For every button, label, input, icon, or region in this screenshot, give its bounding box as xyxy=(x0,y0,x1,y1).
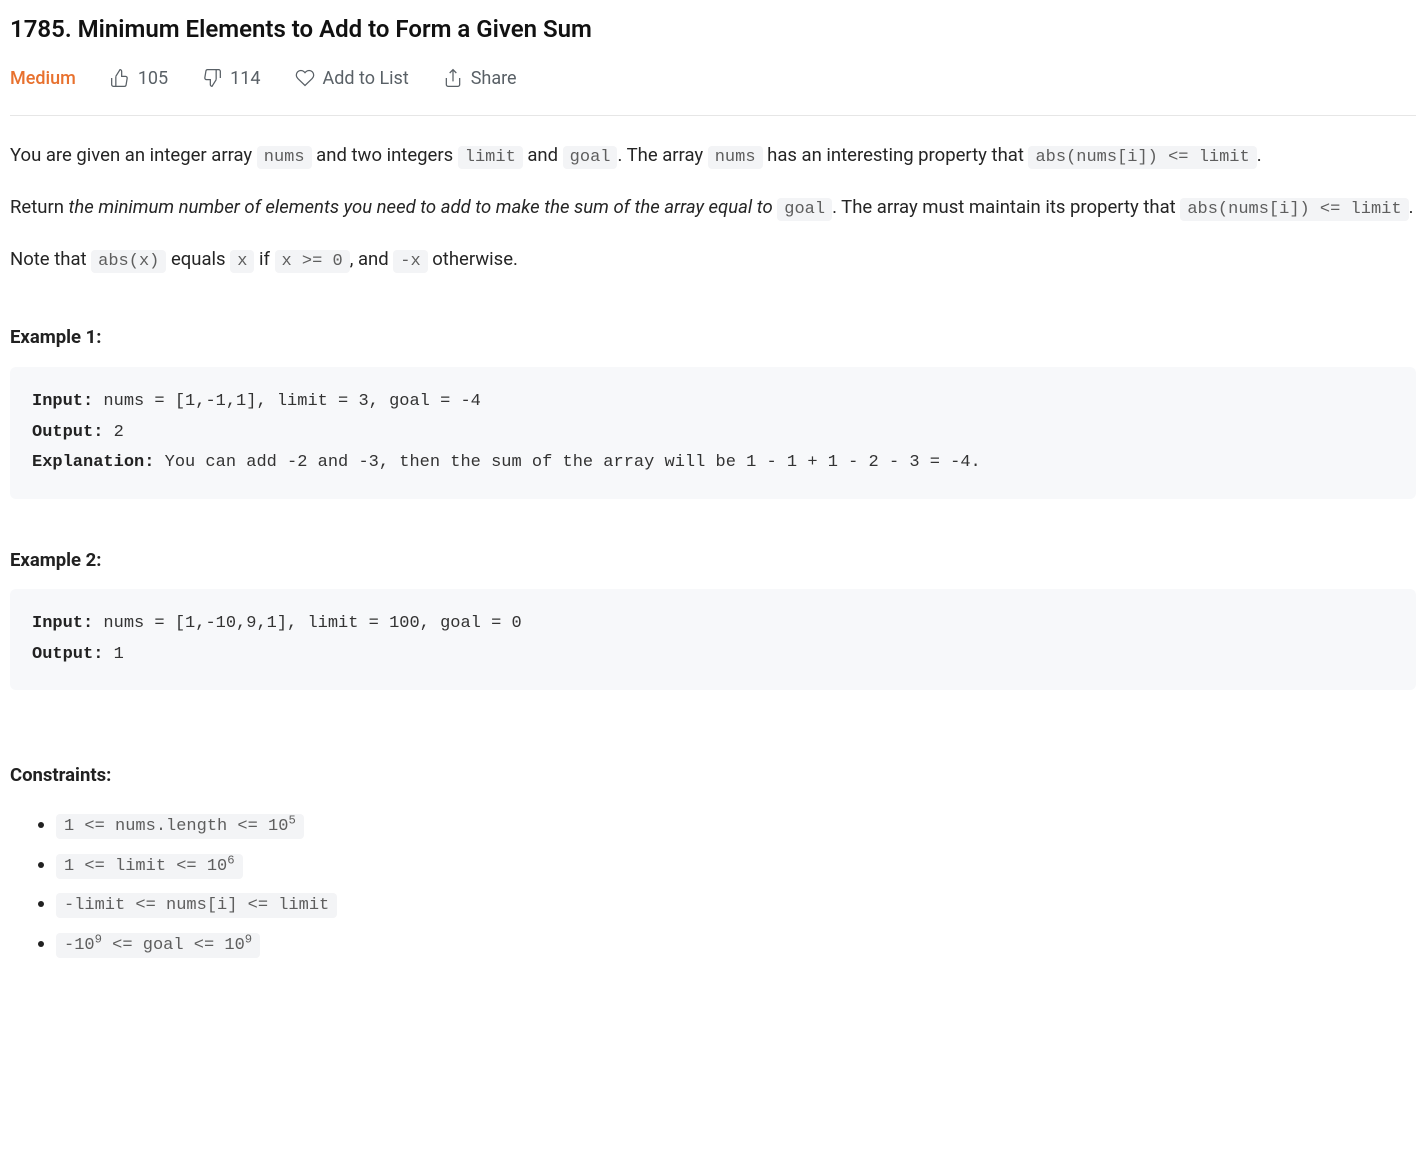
share-button[interactable]: Share xyxy=(443,64,517,94)
add-to-list-label: Add to List xyxy=(323,64,409,94)
problem-title: 1785. Minimum Elements to Add to Form a … xyxy=(10,10,1416,50)
constraints-list: 1 <= nums.length <= 105 1 <= limit <= 10… xyxy=(10,805,1416,964)
thumbs-up-icon xyxy=(110,68,130,88)
constraint-item: 1 <= limit <= 106 xyxy=(56,845,1416,885)
constraints-heading: Constraints: xyxy=(10,760,1416,791)
constraint-item: -109 <= goal <= 109 xyxy=(56,924,1416,964)
paragraph-3: Note that abs(x) equals x if x >= 0, and… xyxy=(10,244,1416,276)
add-to-list-button[interactable]: Add to List xyxy=(295,64,409,94)
heart-icon xyxy=(295,68,315,88)
code-goal: goal xyxy=(563,146,618,169)
code-abs: abs(x) xyxy=(91,250,166,273)
paragraph-2: Return the minimum number of elements yo… xyxy=(10,192,1416,224)
example-1-heading: Example 1: xyxy=(10,322,1416,353)
meta-row: Medium 105 114 Add to List Share xyxy=(10,64,1416,117)
example-2-heading: Example 2: xyxy=(10,545,1416,576)
thumbs-down-icon xyxy=(202,68,222,88)
code-nums: nums xyxy=(257,146,312,169)
code-goal: goal xyxy=(777,198,832,221)
code-nums: nums xyxy=(708,146,763,169)
code-x-ge-0: x >= 0 xyxy=(275,250,350,273)
paragraph-1: You are given an integer array nums and … xyxy=(10,140,1416,172)
constraint-item: 1 <= nums.length <= 105 xyxy=(56,805,1416,845)
dislike-button[interactable]: 114 xyxy=(202,64,260,94)
share-icon xyxy=(443,68,463,88)
example-2-block: Input: nums = [1,-10,9,1], limit = 100, … xyxy=(10,589,1416,690)
code-abs-limit: abs(nums[i]) <= limit xyxy=(1180,198,1408,221)
like-count: 105 xyxy=(138,64,168,94)
share-label: Share xyxy=(471,64,517,94)
dislike-count: 114 xyxy=(230,64,260,94)
difficulty-badge: Medium xyxy=(10,64,76,94)
example-1-block: Input: nums = [1,-1,1], limit = 3, goal … xyxy=(10,367,1416,499)
code-neg-x: -x xyxy=(393,250,427,273)
like-button[interactable]: 105 xyxy=(110,64,168,94)
constraint-item: -limit <= nums[i] <= limit xyxy=(56,884,1416,924)
code-x: x xyxy=(230,250,254,273)
code-abs-limit: abs(nums[i]) <= limit xyxy=(1028,146,1256,169)
code-limit: limit xyxy=(458,146,523,169)
